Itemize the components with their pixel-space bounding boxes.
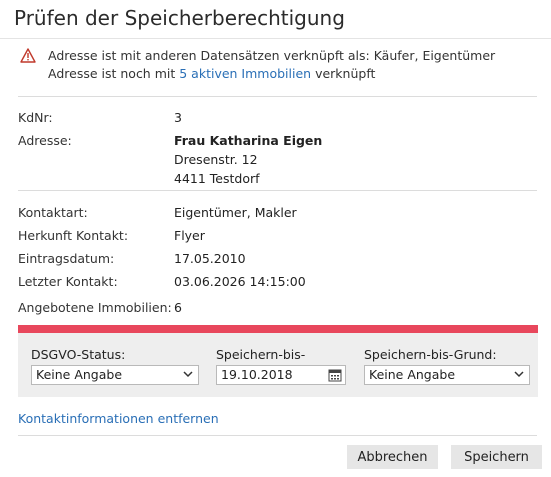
warning-triangle-icon: [20, 48, 36, 63]
eintrag-value: 17.05.2010: [174, 251, 246, 266]
speichern-bis-grund-select[interactable]: Keine Angabe: [364, 365, 530, 385]
speichern-bis-label: Speichern-bis-: [216, 347, 306, 362]
kontaktart-value: Eigentümer, Makler: [174, 205, 297, 220]
adresse-name: Frau Katharina Eigen: [174, 133, 323, 148]
kdnr-label: KdNr:: [18, 110, 53, 125]
warning-divider: [18, 96, 537, 97]
footer-divider: [18, 435, 537, 436]
gdpr-accent-bar: [18, 325, 538, 333]
kontaktart-label: Kontaktart:: [18, 205, 88, 220]
angebotene-link[interactable]: 6: [174, 300, 182, 315]
warning-line-1: Adresse ist mit anderen Datensätzen verk…: [48, 48, 496, 63]
chevron-down-icon: [514, 371, 524, 378]
gdpr-panel: DSGVO-Status: Keine Angabe Speichern-bis…: [18, 333, 538, 397]
adresse-city: 4411 Testdorf: [174, 171, 260, 186]
kdnr-value: 3: [174, 110, 182, 125]
warning-line-2-prefix: Adresse ist noch mit: [48, 66, 176, 81]
dsgvo-status-label: DSGVO-Status:: [31, 347, 126, 362]
address-divider: [18, 190, 537, 191]
dsgvo-status-select[interactable]: Keine Angabe: [31, 365, 199, 385]
speichern-bis-grund-label: Speichern-bis-Grund:: [364, 347, 497, 362]
remove-contact-info-link[interactable]: Kontaktinformationen entfernen: [18, 411, 219, 426]
letzter-kontakt-link[interactable]: 03.06.2026 14:15:00: [174, 274, 306, 289]
adresse-label: Adresse:: [18, 133, 72, 148]
cancel-button[interactable]: Abbrechen: [347, 445, 438, 469]
eintrag-label: Eintragsdatum:: [18, 251, 115, 266]
herkunft-value: Flyer: [174, 228, 205, 243]
herkunft-label: Herkunft Kontakt:: [18, 228, 129, 243]
dsgvo-status-value: Keine Angabe: [36, 367, 123, 382]
warning-line-2-suffix: verknüpft: [315, 66, 376, 81]
speichern-bis-grund-value: Keine Angabe: [369, 367, 456, 382]
letzter-kontakt-label: Letzter Kontakt:: [18, 274, 118, 289]
title-divider: [0, 38, 551, 39]
dialog-title: Prüfen der Speicherberechtigung: [14, 6, 345, 30]
speichern-bis-date-input[interactable]: 19.10.2018: [216, 365, 346, 385]
angebotene-label: Angebotene Immobilien:: [18, 300, 172, 315]
calendar-icon[interactable]: [328, 368, 342, 382]
save-button[interactable]: Speichern: [451, 445, 542, 469]
speichern-bis-value: 19.10.2018: [221, 367, 293, 382]
warning-line-2: Adresse ist noch mit 5 aktiven Immobilie…: [48, 66, 375, 81]
chevron-down-icon: [183, 371, 193, 378]
adresse-street: Dresenstr. 12: [174, 152, 258, 167]
active-properties-link[interactable]: 5 aktiven Immobilien: [179, 66, 311, 81]
